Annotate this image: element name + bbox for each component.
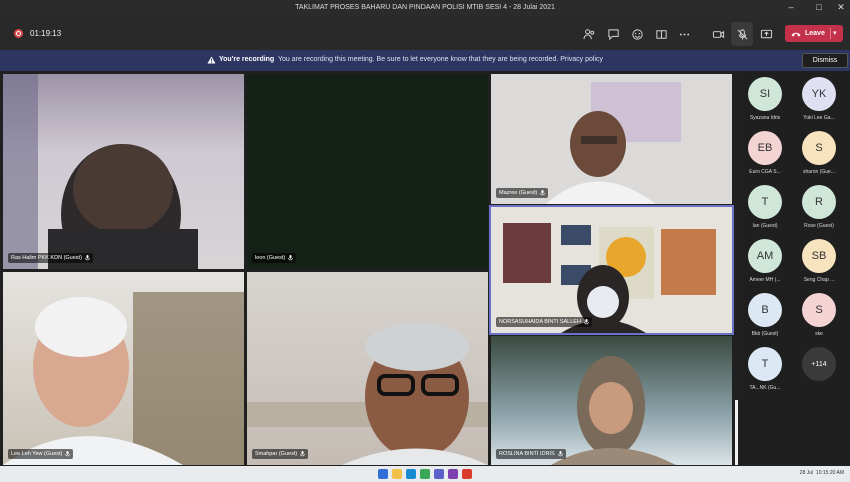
participant-roster: SI Syazana Idris YK Yuki Lee Ga... EB Eu… [738,71,850,466]
share-icon[interactable] [757,26,775,42]
avatar-name: sharon (Gue... [803,169,835,175]
system-tray: 28 Jul 10:15:20 AM [800,470,844,476]
participant-name: ROSLINA BINTI IDRIS [496,449,566,459]
avatar-name: ske [815,331,823,337]
banner-message: You're recording You are recording this … [219,56,603,63]
avatar-name: Bkb (Guest) [751,331,779,337]
avatar[interactable]: T [748,185,782,219]
participant-video [3,74,198,269]
avatar-name: Seng Chap ... [803,277,835,283]
video-tile[interactable]: ROSLINA BINTI IDRIS [491,336,732,465]
app-icon[interactable] [462,469,472,479]
phone-hangup-icon [791,32,801,36]
windows-start-icon[interactable] [378,469,388,479]
avatar[interactable]: SB [802,239,836,273]
video-tile[interactable]: Lee Leh Yew (Guest) [3,272,244,465]
video-tile[interactable]: leon (Guest) [247,74,488,269]
avatar-name: Ian (Guest) [752,223,778,229]
video-stage: Ras Halim PKK KDN (Guest) leon (Guest) M… [0,71,850,466]
video-tile[interactable]: Ras Halim PKK KDN (Guest) [3,74,244,269]
avatar[interactable]: YK [802,77,836,111]
meeting-toolbar: 01:19:13 Leave ▾ [0,18,850,50]
minimize-icon[interactable]: – [784,2,798,12]
chevron-down-icon[interactable]: ▾ [833,29,837,37]
tray-time: 10:15:20 AM [815,470,844,476]
avatar[interactable]: AM [748,239,782,273]
teams-icon[interactable] [434,469,444,479]
file-explorer-icon[interactable] [392,469,402,479]
avatar-name: Yuki Lee Ga... [803,115,835,121]
avatar[interactable]: EB [748,131,782,165]
chat-icon[interactable] [604,26,622,42]
maximize-icon[interactable]: □ [812,2,826,12]
participant-video [503,223,716,333]
participant-video [3,292,244,465]
edge-icon[interactable] [406,469,416,479]
participant-name: Mazree (Guest) [496,188,549,198]
mic-icon [300,451,305,457]
chrome-icon[interactable] [420,469,430,479]
people-icon[interactable] [580,26,598,42]
participant-video [247,323,488,465]
window-title: TAKLIMAT PROSES BAHARU DAN PINDAAN POLIS… [295,4,555,11]
banner-text: You are recording this meeting. Be sure … [277,56,604,63]
avatar-name: Ameer MH (... [749,277,781,283]
rooms-icon[interactable] [652,26,670,42]
participant-name: Ras Halim PKK KDN (Guest) [8,253,93,263]
more-icon[interactable] [675,26,693,42]
mic-icon [65,451,71,457]
leave-divider [830,28,831,39]
avatar-name: Euro CGA S... [749,169,781,175]
avatar[interactable]: R [802,185,836,219]
avatar[interactable]: S [802,293,836,327]
avatar-name: Rose (Guest) [804,223,834,229]
os-taskbar: 28 Jul 10:15:20 AM [0,466,850,482]
video-tile-active[interactable]: NORSASUHAIDA BINTI SALLEH [489,205,734,335]
mic-icon [288,255,294,261]
close-icon[interactable]: ✕ [834,2,848,13]
reactions-icon[interactable] [628,26,646,42]
mic-off-icon[interactable] [731,22,753,46]
avatar-name: TA...NK (Gu... [749,385,781,391]
avatar[interactable]: T [748,347,782,381]
avatar-name: Syazana Idris [749,115,781,121]
recording-icon [14,29,23,38]
leave-button[interactable]: Leave ▾ [785,25,843,42]
mic-icon [557,451,563,457]
meeting-timer: 01:19:13 [30,29,62,38]
dismiss-button[interactable]: Dismiss [802,53,848,68]
tray-date: 28 Jul [799,470,814,476]
participant-video [546,82,681,204]
banner-bold: You're recording [219,56,275,63]
avatar[interactable]: B [748,293,782,327]
video-tile[interactable]: Mazree (Guest) [491,74,732,204]
avatar[interactable]: SI [748,77,782,111]
participant-name: leon (Guest) [252,253,297,263]
participant-name: Lee Leh Yew (Guest) [8,449,74,459]
recording-banner: You're recording You are recording this … [0,50,850,71]
participant-name: Smahpar (Guest) [252,449,309,459]
leave-label: Leave [805,30,825,37]
participant-name: NORSASUHAIDA BINTI SALLEH [496,317,592,327]
mic-icon [540,190,546,196]
title-bar: TAKLIMAT PROSES BAHARU DAN PINDAAN POLIS… [0,0,850,18]
onenote-icon[interactable] [448,469,458,479]
video-tile[interactable]: Smahpar (Guest) [247,272,488,465]
camera-icon[interactable] [709,26,727,42]
mic-icon [85,255,90,261]
avatar[interactable]: S [802,131,836,165]
participant-video [551,356,676,465]
warning-icon [207,56,216,64]
more-participants-button[interactable]: +114 [802,347,836,381]
mic-icon [584,319,589,325]
